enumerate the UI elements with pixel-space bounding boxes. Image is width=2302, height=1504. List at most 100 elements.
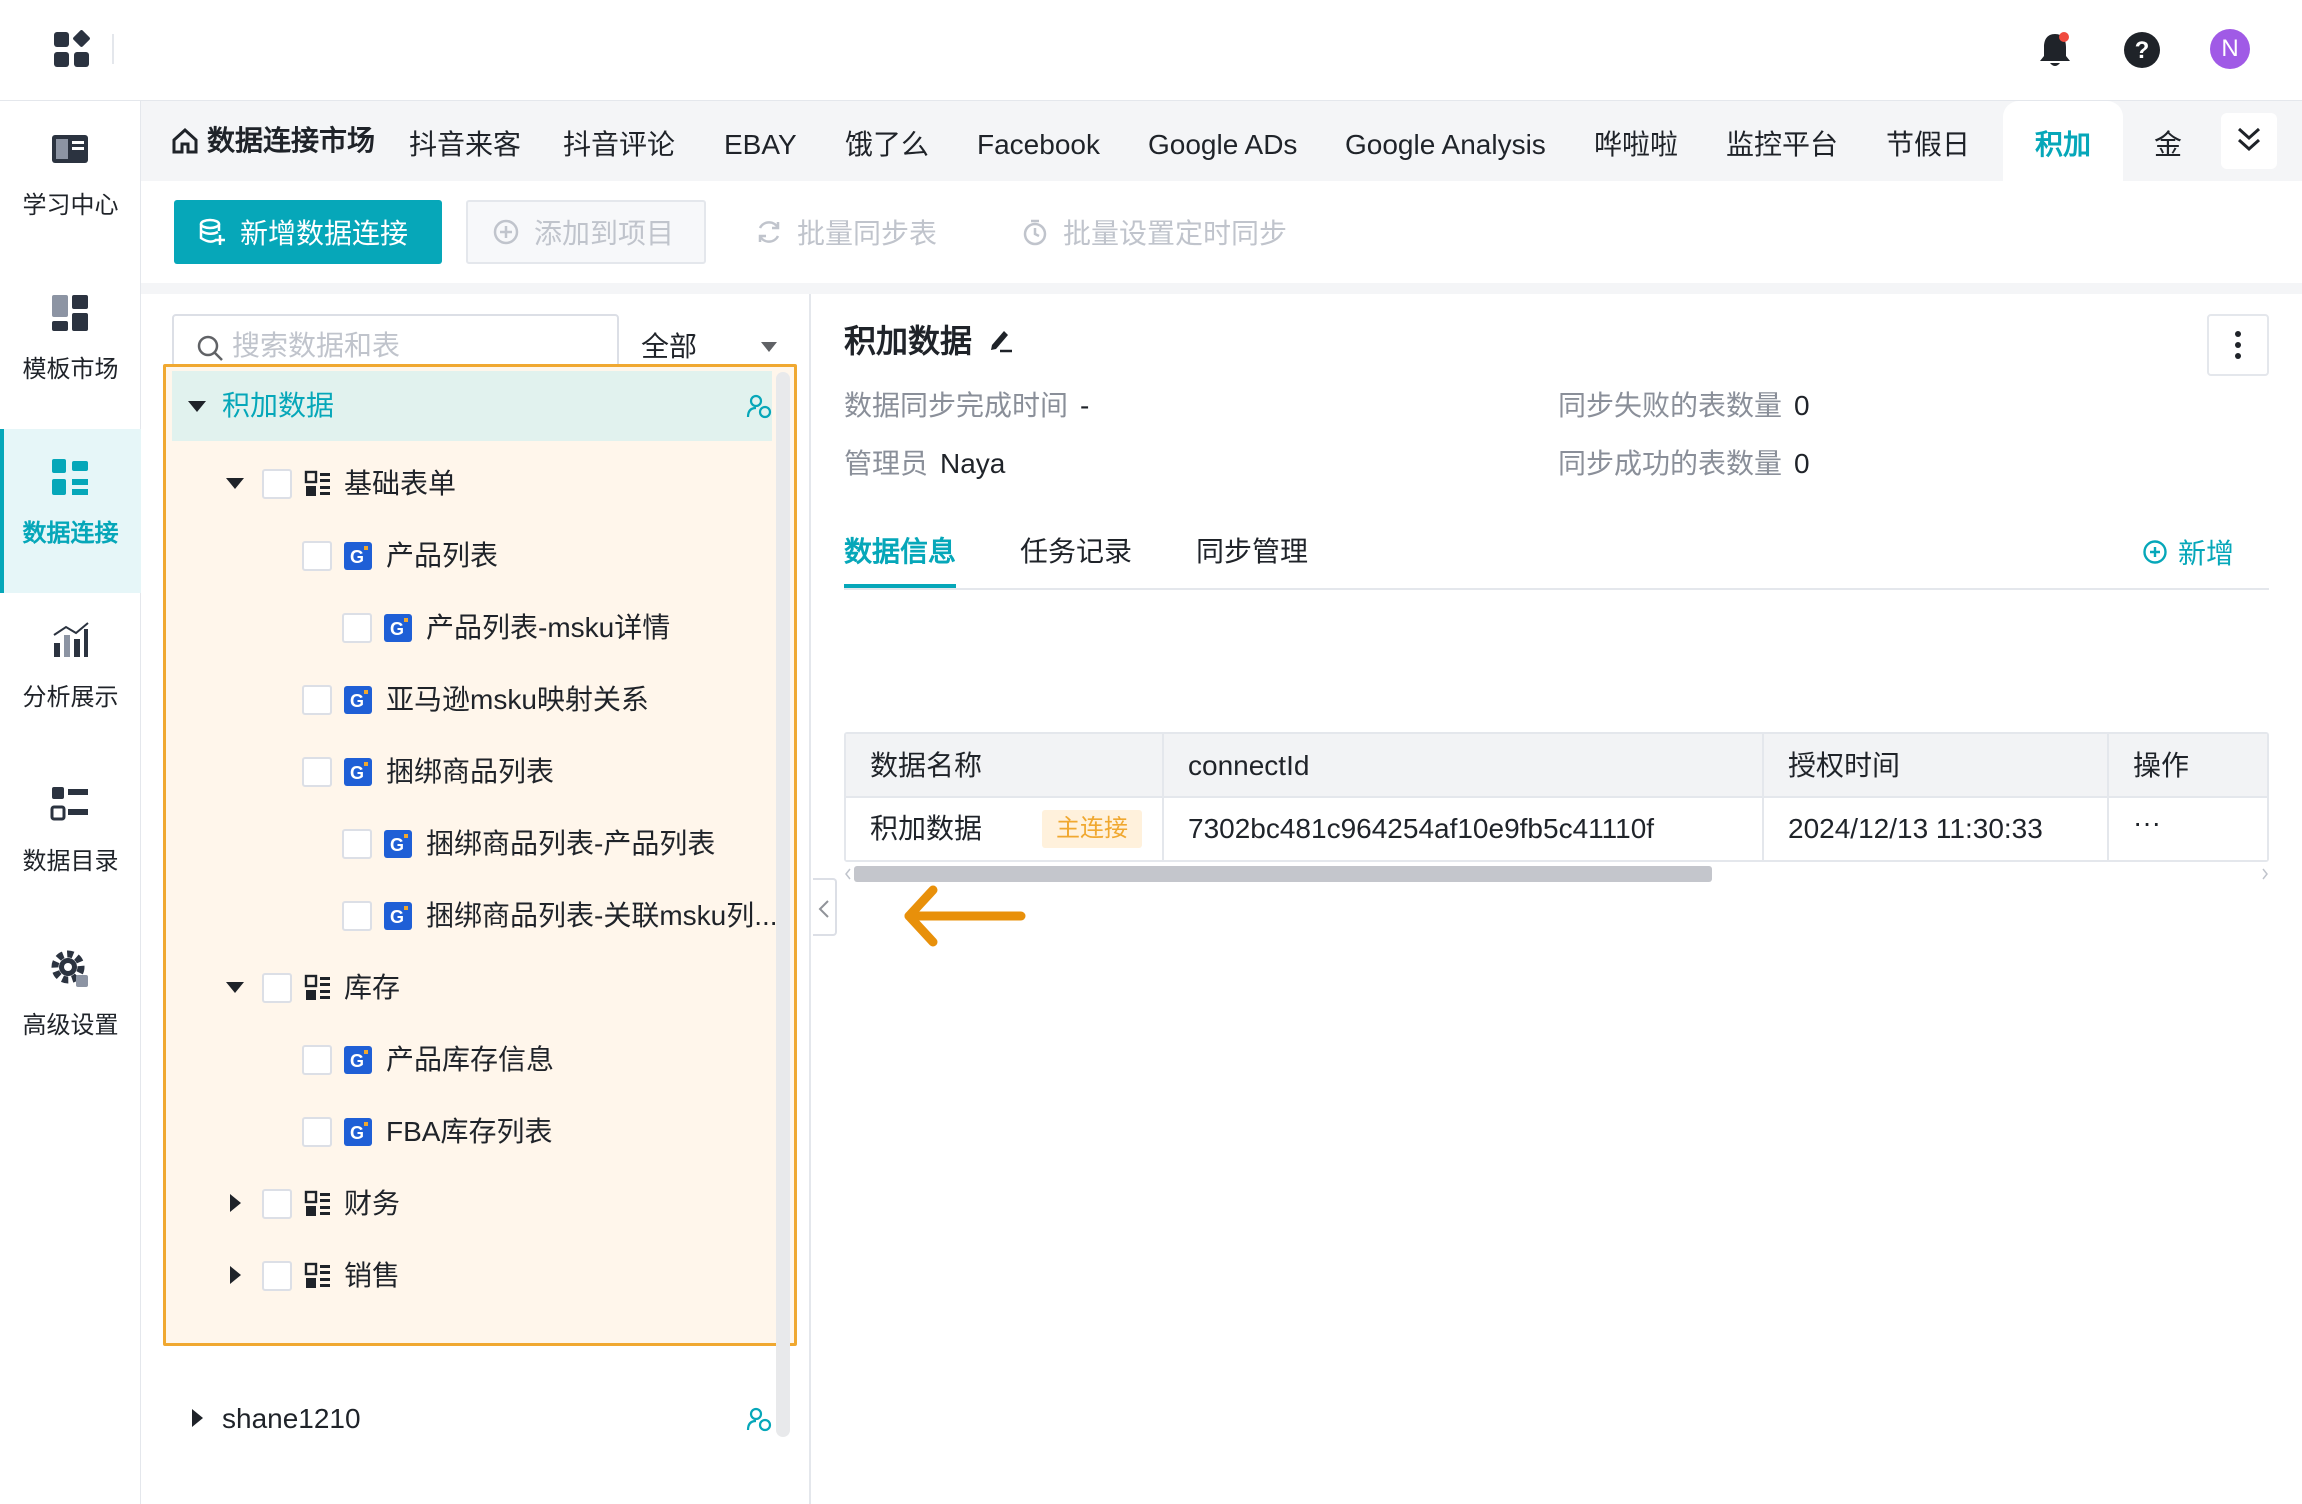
database-plus-icon xyxy=(198,218,226,246)
tree-table-bundle-product[interactable]: G 捆绑商品列表-产品列表 xyxy=(172,814,772,874)
toolbar: 新增数据连接 添加到项目 批量同步表 批量设置定时同步 xyxy=(141,181,2302,283)
tree-root-jijia[interactable]: 积加数据 xyxy=(172,371,772,441)
more-options-button[interactable] xyxy=(2207,314,2269,376)
main-area: 数据连接市场 抖音来客 抖音评论 EBAY 饿了么 Facebook Googl… xyxy=(141,101,2302,1504)
table-g-icon: G xyxy=(384,902,412,930)
new-connection-button[interactable]: 新增数据连接 xyxy=(174,200,442,264)
tree-checkbox[interactable] xyxy=(302,757,332,787)
tab-holidays[interactable]: 节假日 xyxy=(1886,101,1970,181)
tree-table-product-list[interactable]: G 产品列表 xyxy=(172,526,772,586)
batch-schedule-button[interactable]: 批量设置定时同步 xyxy=(1021,200,1287,264)
tree-node-stock[interactable]: 库存 xyxy=(172,958,772,1018)
folder-grid-icon xyxy=(304,470,332,498)
user-sync-icon[interactable] xyxy=(746,393,772,419)
add-to-project-button[interactable]: 添加到项目 xyxy=(466,200,706,264)
tree-checkbox[interactable] xyxy=(302,1045,332,1075)
tab-task-records[interactable]: 任务记录 xyxy=(1020,526,1132,588)
tree-root-shane1210[interactable]: shane1210 xyxy=(172,1389,772,1449)
tree-checkbox[interactable] xyxy=(262,1261,292,1291)
table-row[interactable]: 积加数据 主连接 7302bc481c964254af10e9fb5c41110… xyxy=(846,798,2267,860)
tree-table-bundle-msku[interactable]: G 捆绑商品列表-关联msku列... xyxy=(172,886,778,946)
tree-checkbox[interactable] xyxy=(262,1189,292,1219)
tab-sync-manage[interactable]: 同步管理 xyxy=(1196,526,1308,588)
nav-item-analysis[interactable]: 分析展示 xyxy=(0,593,141,757)
caret-down-icon xyxy=(761,342,777,352)
tree-table-product-msku[interactable]: G 产品列表-msku详情 xyxy=(172,598,772,658)
tree-checkbox[interactable] xyxy=(342,613,372,643)
detail-tabs: 数据信息 任务记录 同步管理 新增 xyxy=(844,526,2269,590)
cell-name: 积加数据 主连接 xyxy=(846,798,1164,860)
nav-item-data-connect[interactable]: 数据连接 xyxy=(0,429,141,593)
tab-home[interactable]: 数据连接市场 xyxy=(171,101,375,181)
tree-checkbox[interactable] xyxy=(262,469,292,499)
caret-down-icon[interactable] xyxy=(188,401,206,412)
tree-checkbox[interactable] xyxy=(342,829,372,859)
row-actions-button[interactable]: ··· xyxy=(2109,798,2267,860)
sync-failed-count: 同步失败的表数量 0 xyxy=(1558,390,1810,421)
tree-checkbox[interactable] xyxy=(262,973,292,1003)
tab-data-info[interactable]: 数据信息 xyxy=(844,526,956,588)
sync-icon xyxy=(755,218,783,246)
tab-google-analysis[interactable]: Google Analysis xyxy=(1345,101,1546,181)
caret-down-icon[interactable] xyxy=(226,478,244,489)
nav-item-templates[interactable]: 模板市场 xyxy=(0,265,141,429)
tab-eleme[interactable]: 饿了么 xyxy=(845,101,929,181)
table-g-icon: G xyxy=(344,1046,372,1074)
tree-checkbox[interactable] xyxy=(302,685,332,715)
add-button[interactable]: 新增 xyxy=(2142,526,2234,578)
column-header: connectId xyxy=(1164,734,1764,796)
gear-icon xyxy=(50,949,90,989)
tab-jin[interactable]: 金 xyxy=(2154,101,2182,181)
edit-icon[interactable] xyxy=(986,325,1014,353)
tree-table-bundle[interactable]: G 捆绑商品列表 xyxy=(172,742,772,802)
nav-item-learning[interactable]: 学习中心 xyxy=(0,101,141,265)
nav-item-settings[interactable]: 高级设置 xyxy=(0,921,141,1085)
tree-checkbox[interactable] xyxy=(342,901,372,931)
table-g-icon: G xyxy=(344,686,372,714)
tab-hualala[interactable]: 哗啦啦 xyxy=(1594,101,1678,181)
tree-table-stock-info[interactable]: G 产品库存信息 xyxy=(172,1030,772,1090)
user-sync-icon[interactable] xyxy=(746,1406,772,1432)
tree-node-sales[interactable]: 销售 xyxy=(172,1246,772,1306)
batch-sync-button[interactable]: 批量同步表 xyxy=(755,200,937,264)
column-header: 数据名称 xyxy=(846,734,1164,796)
tab-google-ads[interactable]: Google ADs xyxy=(1148,101,1297,181)
tree-node-basic[interactable]: 基础表单 xyxy=(172,454,772,514)
tab-monitor-platform[interactable]: 监控平台 xyxy=(1726,101,1838,181)
tree-checkbox[interactable] xyxy=(302,1117,332,1147)
tabs-more-button[interactable] xyxy=(2221,113,2277,169)
template-icon xyxy=(50,293,90,333)
app-grid-icon[interactable] xyxy=(52,30,92,70)
tab-douyin-laike[interactable]: 抖音来客 xyxy=(409,101,521,181)
caret-right-icon[interactable] xyxy=(230,1266,241,1284)
svg-text:G: G xyxy=(350,1123,364,1143)
catalog-icon xyxy=(50,785,90,825)
search-input[interactable] xyxy=(232,324,602,368)
caret-right-icon[interactable] xyxy=(230,1194,241,1212)
column-header: 操作 xyxy=(2133,750,2190,781)
svg-text:G: G xyxy=(350,763,364,783)
help-icon[interactable]: ? xyxy=(2122,30,2162,70)
folder-grid-icon xyxy=(304,1190,332,1218)
left-nav-rail: 学习中心 模板市场 数据连接 分析展示 数据目录 高级设置 xyxy=(0,101,141,1504)
table-g-icon: G xyxy=(384,614,412,642)
tree-table-fba-stock[interactable]: G FBA库存列表 xyxy=(172,1102,772,1162)
tab-jijia[interactable]: 积加 xyxy=(2003,101,2123,181)
caret-right-icon[interactable] xyxy=(192,1409,203,1427)
nav-item-catalog[interactable]: 数据目录 xyxy=(0,757,141,921)
tree-node-finance[interactable]: 财务 xyxy=(172,1174,772,1234)
tree-scrollbar[interactable] xyxy=(776,372,790,1437)
table-horizontal-scrollbar[interactable] xyxy=(844,864,2269,884)
main-connection-badge: 主连接 xyxy=(1042,810,1142,848)
avatar[interactable]: N xyxy=(2210,29,2250,69)
tab-ebay[interactable]: EBAY xyxy=(724,101,797,181)
tree-checkbox[interactable] xyxy=(302,541,332,571)
svg-text:G: G xyxy=(390,835,404,855)
caret-down-icon[interactable] xyxy=(226,982,244,993)
bell-icon[interactable] xyxy=(2037,30,2073,70)
tab-facebook[interactable]: Facebook xyxy=(977,101,1100,181)
tree-table-amazon-msku[interactable]: G 亚马逊msku映射关系 xyxy=(172,670,772,730)
scrollbar-thumb[interactable] xyxy=(854,866,1712,882)
search-icon xyxy=(196,334,224,362)
tab-douyin-comments[interactable]: 抖音评论 xyxy=(563,101,675,181)
